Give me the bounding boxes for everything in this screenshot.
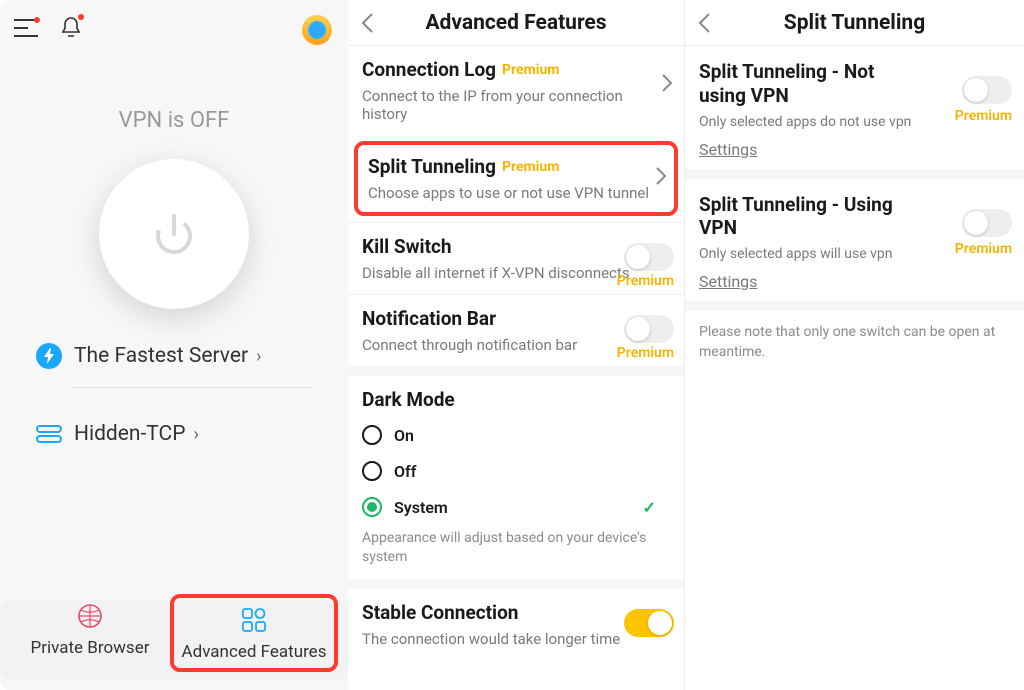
vpn-status: VPN is OFF	[0, 108, 348, 133]
protocol-label: Hidden-TCP	[74, 422, 185, 446]
check-icon: ✓	[643, 498, 656, 517]
bell-icon[interactable]	[60, 16, 82, 44]
stable-connection-toggle[interactable]	[624, 609, 674, 637]
protocol-icon	[36, 424, 62, 444]
advanced-features-button[interactable]: Advanced Features	[170, 594, 338, 672]
darkmode-system[interactable]: System✓	[362, 489, 670, 525]
protocol-row[interactable]: Hidden-TCP ›	[0, 422, 348, 446]
chevron-right-icon	[662, 74, 672, 96]
back-button[interactable]	[697, 12, 711, 38]
globe-icon	[76, 602, 104, 630]
split-tunneling-pane: Split Tunneling Split Tunneling - Not us…	[685, 0, 1024, 690]
premium-badge: Premium	[502, 159, 559, 175]
notification-bar-toggle[interactable]	[624, 315, 674, 343]
server-label: The Fastest Server	[74, 344, 248, 368]
premium-label: Premium	[617, 273, 674, 289]
advanced-header: Advanced Features	[348, 0, 684, 46]
power-button[interactable]	[99, 159, 249, 309]
notification-bar-row: Notification Bar Connect through notific…	[348, 294, 684, 366]
dark-mode-group: Dark Mode On Off System✓ Appearance will…	[348, 366, 684, 579]
menu-icon[interactable]	[14, 19, 38, 41]
split-note: Please note that only one switch can be …	[685, 311, 1024, 374]
using-vpn-row: Split Tunneling - Using VPN Only selecte…	[685, 179, 1024, 312]
home-pane: VPN is OFF The Fastest Server › Hidden-T…	[0, 0, 348, 690]
page-title: Split Tunneling	[784, 1, 925, 45]
split-header: Split Tunneling	[685, 0, 1024, 46]
premium-label: Premium	[955, 241, 1012, 257]
premium-badge: Premium	[502, 62, 559, 78]
private-browser-button[interactable]: Private Browser	[10, 594, 170, 672]
darkmode-hint: Appearance will adjust based on your dev…	[362, 529, 670, 567]
advanced-features-pane: Advanced Features Connection Log Premium…	[348, 0, 685, 690]
connection-log-row[interactable]: Connection Log Premium Connect to the IP…	[348, 46, 684, 135]
back-button[interactable]	[360, 12, 374, 38]
private-browser-label: Private Browser	[14, 638, 166, 658]
page-title: Advanced Features	[425, 1, 606, 45]
grid-icon	[240, 606, 268, 634]
chevron-right-icon	[656, 167, 666, 189]
chevron-right-icon: ›	[256, 346, 261, 367]
chevron-right-icon: ›	[193, 424, 198, 445]
premium-label: Premium	[617, 345, 674, 361]
not-using-vpn-toggle[interactable]	[962, 76, 1012, 104]
bolt-icon	[36, 343, 62, 369]
server-row[interactable]: The Fastest Server ›	[0, 343, 348, 369]
bottom-bar: Private Browser Advanced Features	[0, 594, 348, 672]
split-tunneling-row[interactable]: Split Tunneling Premium Choose apps to u…	[354, 141, 678, 216]
not-using-vpn-row: Split Tunneling - Not using VPN Only sel…	[685, 46, 1024, 179]
using-vpn-toggle[interactable]	[962, 209, 1012, 237]
kill-switch-toggle[interactable]	[624, 243, 674, 271]
avatar[interactable]	[302, 15, 332, 45]
settings-link[interactable]: Settings	[699, 272, 757, 291]
home-topbar	[0, 0, 348, 46]
kill-switch-row: Kill Switch Disable all internet if X-VP…	[348, 222, 684, 294]
stable-connection-row: Stable Connection The connection would t…	[348, 579, 684, 660]
settings-link[interactable]: Settings	[699, 140, 757, 159]
darkmode-on[interactable]: On	[362, 417, 670, 453]
darkmode-off[interactable]: Off	[362, 453, 670, 489]
premium-label: Premium	[955, 108, 1012, 124]
advanced-features-label: Advanced Features	[178, 642, 330, 662]
